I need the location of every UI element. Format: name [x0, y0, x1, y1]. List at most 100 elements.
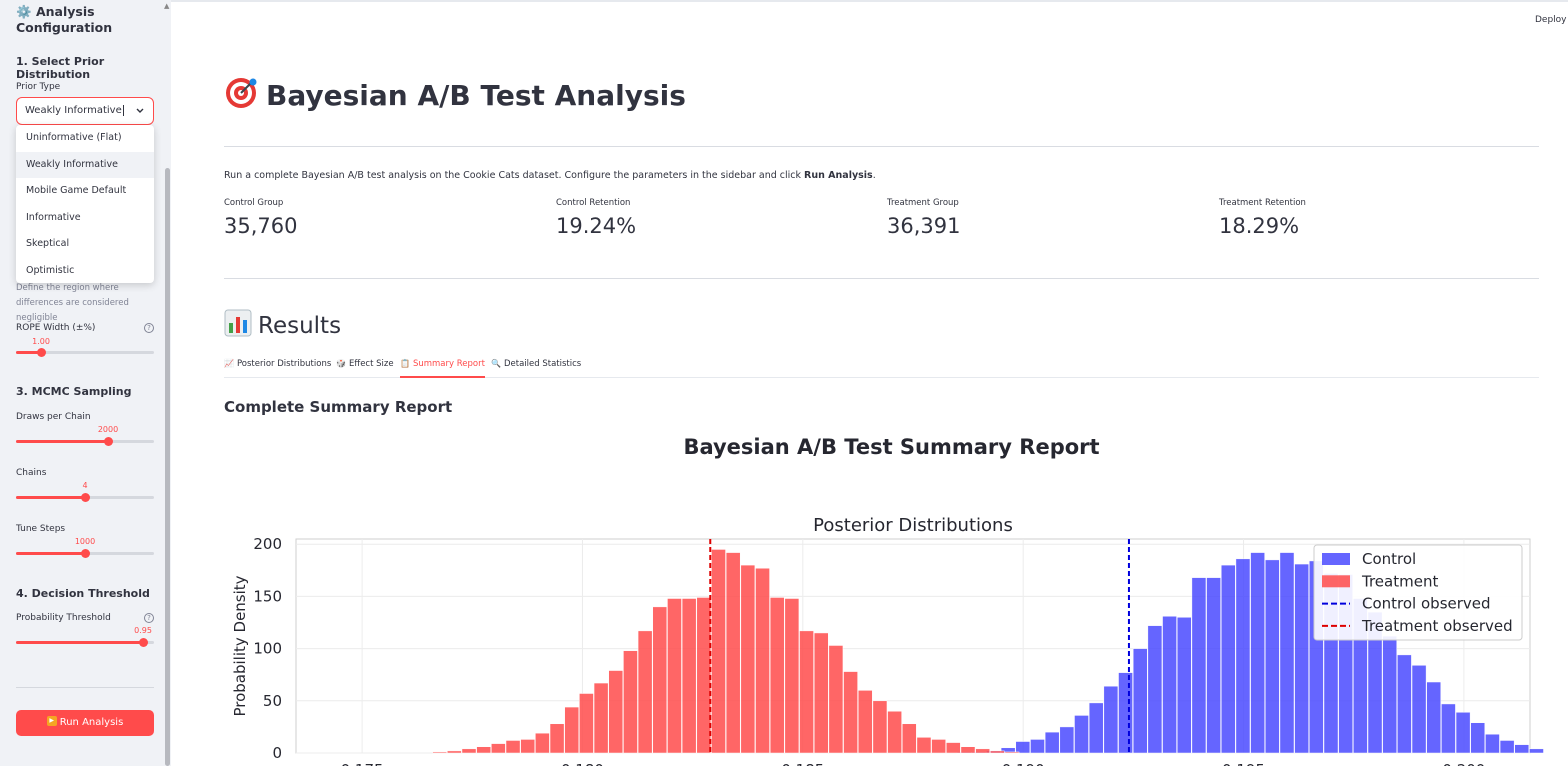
run-analysis-button[interactable]: ▶ Run Analysis [16, 710, 154, 736]
histogram-bar-treatment [887, 710, 902, 754]
histogram-bar-control [1455, 712, 1471, 754]
metric-value: 35,760 [224, 214, 298, 238]
top-decoration [171, 0, 1568, 2]
rope-width-value: 1.00 [32, 337, 50, 346]
tune-value: 1000 [74, 537, 96, 546]
prior-option[interactable]: Mobile Game Default [16, 178, 154, 205]
sidebar-scroll-thumb[interactable] [165, 168, 170, 766]
draws-thumb[interactable] [104, 437, 114, 446]
histogram-bar-treatment [990, 750, 1005, 754]
draws-fill [16, 440, 109, 443]
histogram-bar-control [1118, 672, 1133, 754]
deploy-button[interactable]: Deploy [1535, 15, 1567, 25]
chains-thumb[interactable] [81, 493, 90, 502]
tune-slider[interactable] [16, 549, 154, 558]
histogram-bar-treatment [579, 693, 594, 754]
histogram-bar-treatment [784, 598, 800, 754]
histogram-bar-control [1514, 744, 1530, 754]
histogram-bar-treatment [711, 549, 726, 754]
histogram-bar-treatment [960, 746, 976, 754]
y-tick-label: 150 [253, 587, 282, 605]
histogram-bar-treatment [931, 739, 946, 754]
chains-slider[interactable] [16, 493, 154, 502]
y-tick-label: 100 [253, 640, 282, 658]
histogram-bar-treatment [593, 682, 609, 754]
histogram-bar-treatment [828, 645, 844, 754]
histogram-bar-treatment [813, 632, 829, 754]
posterior-chart: 0 50 100 150 200 0.175 0.180 0.185 0.190 0.195 0.2… [231, 515, 1544, 766]
prior-type-select[interactable]: Weakly Informative [16, 97, 154, 125]
histogram-bar-treatment [549, 723, 565, 754]
chart-title: Posterior Distributions [813, 515, 1013, 536]
prob-threshold-thumb[interactable] [138, 638, 148, 647]
prob-threshold-fill [16, 641, 143, 644]
clipboard-icon: 📋 [400, 359, 410, 368]
histogram-bar-treatment [476, 746, 491, 754]
tune-label: Tune Steps [16, 524, 66, 534]
histogram-bar-treatment [696, 597, 712, 754]
help-icon[interactable]: ? [144, 323, 154, 333]
histogram-bar-control [1206, 577, 1221, 754]
histogram-bar-control [1074, 715, 1089, 754]
histogram-bar-treatment [447, 750, 462, 754]
histogram-bar-control [1132, 648, 1148, 754]
scroll-up-icon[interactable]: ▲ [164, 2, 169, 10]
metric-label: Treatment Retention [1219, 198, 1306, 208]
rope-width-label: ROPE Width (±%) [16, 323, 96, 333]
section-decision-heading: 4. Decision Threshold [16, 587, 150, 600]
prior-option[interactable]: Uninformative (Flat) [16, 125, 154, 152]
tab-posterior-distributions[interactable]: 📈 Posterior Distributions [224, 356, 331, 378]
prior-option[interactable]: Informative [16, 205, 154, 232]
histogram-bar-treatment [872, 700, 888, 754]
prior-option[interactable]: Optimistic [16, 258, 154, 285]
prior-option[interactable]: Weakly Informative [16, 151, 154, 179]
prob-threshold-slider[interactable] [16, 638, 154, 647]
histogram-bar-control [1059, 726, 1075, 754]
tab-effect-size[interactable]: 🎲 Effect Size [336, 356, 394, 378]
histogram-bar-control [1529, 748, 1544, 754]
histogram-bar-control [1220, 564, 1236, 754]
x-tick-label: 0.190 [1002, 761, 1045, 766]
histogram-bar-control [1411, 665, 1427, 754]
rope-width-thumb[interactable] [36, 348, 46, 357]
draws-slider[interactable] [16, 437, 154, 446]
metric-value: 19.24% [556, 214, 637, 238]
intro-bold: Run Analysis [804, 170, 873, 181]
histogram-bar-control [1147, 625, 1163, 754]
sidebar: ⚙️ Analysis Configuration 1. Select Prio… [0, 0, 171, 766]
tune-fill [16, 552, 85, 555]
chains-label: Chains [16, 468, 47, 478]
x-tick-label: 0.185 [781, 761, 824, 766]
prior-option[interactable]: Skeptical [16, 231, 154, 258]
draws-value: 2000 [97, 425, 119, 434]
histogram-bar-treatment [799, 630, 814, 754]
tab-detailed-statistics[interactable]: 🔍 Detailed Statistics [491, 356, 581, 378]
prob-threshold-label: Probability Threshold [16, 613, 111, 623]
x-tick-label: 0.175 [341, 761, 384, 766]
sidebar-scrollbar[interactable]: ▲ [164, 0, 171, 766]
section-mcmc-heading: 3. MCMC Sampling [16, 385, 132, 398]
dice-icon: 🎲 [336, 359, 346, 368]
histogram-bar-treatment [1004, 751, 1020, 754]
section-prior-heading: 1. Select Prior Distribution [16, 55, 105, 81]
intro-text: Run a complete Bayesian A/B test analysi… [224, 170, 876, 181]
bar-chart-icon [224, 309, 252, 337]
legend-patch [1322, 553, 1350, 565]
prior-type-dropdown[interactable]: Uninformative (Flat) Weakly Informative … [16, 125, 154, 283]
tune-thumb[interactable] [81, 549, 90, 558]
histogram-bar-control [1015, 741, 1031, 754]
histogram-bar-control [1088, 702, 1104, 754]
prior-type-value: Weakly Informative [25, 105, 122, 116]
histogram-bar-treatment [461, 748, 477, 754]
help-icon[interactable]: ? [144, 613, 154, 623]
tab-summary-report[interactable]: 📋 Summary Report [400, 356, 485, 378]
histogram-bar-treatment [535, 732, 550, 754]
histogram-bar-treatment [740, 564, 756, 754]
y-tick-label: 200 [253, 535, 282, 553]
x-tick-label: 0.195 [1222, 761, 1265, 766]
rope-width-slider[interactable] [16, 348, 154, 357]
target-icon [224, 76, 258, 110]
histogram-bar-control [1030, 739, 1045, 754]
histogram-bar-treatment [667, 598, 682, 754]
results-heading: Results [224, 309, 341, 339]
